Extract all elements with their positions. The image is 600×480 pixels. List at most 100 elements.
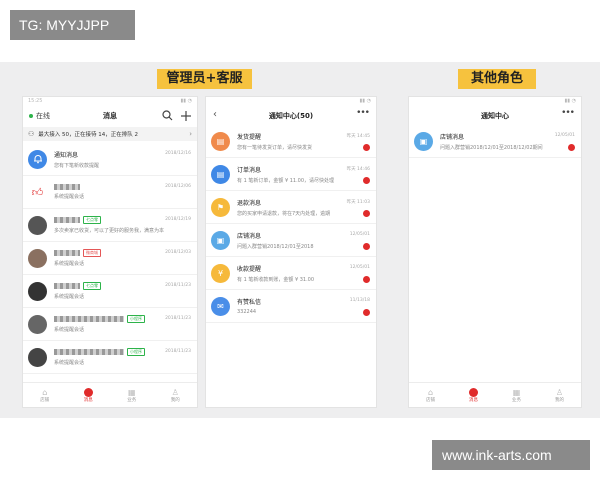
item-time: 2018/11/23 bbox=[165, 283, 191, 288]
top-bar: 通知中心 ••• bbox=[409, 107, 581, 125]
notification-type-icon: ✉ bbox=[211, 296, 230, 316]
grid-icon: ▦ bbox=[127, 387, 136, 397]
status-icons: ▮▮ ◔ bbox=[180, 98, 192, 104]
item-time: 昨天 11:03 bbox=[346, 200, 370, 205]
item-sub: 系统提醒会话 bbox=[54, 327, 85, 333]
source-badge: 小程序 bbox=[127, 315, 145, 323]
message-icon bbox=[83, 387, 93, 397]
notification-item[interactable]: ▣ 店铺消息 问题入群营销2018/12/01至2018/12/02期间 12/05/… bbox=[409, 125, 581, 158]
item-time: 11/13/18 bbox=[349, 298, 370, 303]
item-time: 2018/12/06 bbox=[165, 184, 191, 189]
grid-icon: ▦ bbox=[512, 387, 521, 397]
item-sub: 问题入群营销2018/12/01至2018 bbox=[237, 243, 314, 250]
unread-dot-icon bbox=[363, 177, 370, 184]
source-badge: 微商城 bbox=[83, 249, 101, 257]
item-time: 12/05/01 bbox=[554, 133, 575, 138]
tab-business[interactable]: ▦ 业务 bbox=[495, 383, 538, 407]
list-item[interactable]: 七点零多次卖家已收货，可以了更好的服务我，满意为本 2018/12/19 bbox=[23, 209, 197, 242]
list-item[interactable]: 微商城 系统提醒会话 2018/12/03 bbox=[23, 242, 197, 275]
queue-banner-text: 最大接入 50，正在接待 14，正在排队 2 bbox=[38, 132, 139, 138]
add-icon[interactable] bbox=[181, 110, 191, 124]
top-actions bbox=[162, 110, 191, 124]
phone-admin-messages: 15:25 ▮▮ ◔ 在线 消息 ⚇ 最大接入 50，正在接待 14，正在排队 2… bbox=[22, 96, 198, 408]
bottom-tab-bar: ⌂ 店铺 消息 ▦ 业务 ♙ 我的 bbox=[23, 382, 197, 407]
item-sub: 系统提醒会话 bbox=[54, 360, 85, 366]
chevron-right-icon: › bbox=[189, 130, 192, 138]
list-item[interactable]: 小程序 系统提醒会话 2018/11/23 bbox=[23, 308, 197, 341]
user-icon: ♙ bbox=[171, 387, 179, 397]
tab-messages[interactable]: 消息 bbox=[67, 383, 111, 407]
notification-item[interactable]: ¥ 收款提醒有 1 笔新收款到账，金额 ¥ 31.00 12/05/01 bbox=[206, 257, 376, 290]
tab-label: 我的 bbox=[555, 397, 564, 403]
notification-item[interactable]: ▤ 订单消息有 1 笔新订单，金额 ¥ 11.00，请尽快处理 昨天 14:46 bbox=[206, 158, 376, 191]
status-bar: ▮▮ ◔ bbox=[206, 97, 376, 107]
notification-type-icon: ¥ bbox=[211, 263, 230, 283]
status-icons: ▮▮ ◔ bbox=[359, 98, 371, 104]
home-icon: ⌂ bbox=[427, 387, 434, 397]
phone-notification-center: ▮▮ ◔ ‹ 通知中心(50) ••• ▤ 发货提醒 您有一笔待发货订单，请尽快发货… bbox=[205, 96, 377, 408]
avatar bbox=[28, 347, 47, 367]
list-item[interactable]: 通知消息 您有下笔新收款提醒 2018/12/16 bbox=[23, 143, 197, 176]
page-title: 通知中心 bbox=[481, 112, 509, 120]
more-icon[interactable]: ••• bbox=[561, 108, 575, 118]
bottom-tab-bar: ⌂ 店铺 消息 ▦ 业务 ♙ 我的 bbox=[409, 382, 581, 407]
tab-label: 我的 bbox=[170, 397, 180, 403]
item-sub: 有 1 笔新订单，金额 ¥ 11.00，请尽快处理 bbox=[237, 177, 335, 184]
item-sub: 您有下笔新收款提醒 bbox=[54, 162, 100, 169]
source-badge: 小程序 bbox=[127, 348, 145, 356]
list-item[interactable]: 👍︎ 系统提醒会话 2018/12/06 bbox=[23, 176, 197, 209]
notification-type-icon: ▣ bbox=[414, 131, 433, 151]
tab-label: 业务 bbox=[127, 397, 137, 403]
avatar bbox=[28, 281, 47, 301]
item-sub: 332244 bbox=[237, 309, 257, 315]
list-item[interactable]: 小程序 系统提醒会话 2018/11/23 bbox=[23, 341, 197, 374]
item-time: 昨天 14:46 bbox=[346, 167, 370, 172]
item-time: 12/05/01 bbox=[349, 265, 370, 270]
tab-business[interactable]: ▦ 业务 bbox=[110, 383, 154, 407]
notification-type-icon: ▤ bbox=[211, 131, 230, 151]
notification-item[interactable]: ▤ 发货提醒 您有一笔待发货订单，请尽快发货 昨天 14:45 bbox=[206, 125, 376, 158]
queue-banner[interactable]: ⚇ 最大接入 50，正在接待 14，正在排队 2 › bbox=[23, 127, 197, 141]
tab-messages[interactable]: 消息 bbox=[452, 383, 495, 407]
tab-label: 店铺 bbox=[40, 397, 50, 403]
search-icon[interactable] bbox=[162, 110, 173, 124]
top-bar: ‹ 通知中心(50) ••• bbox=[206, 107, 376, 125]
tab-label: 消息 bbox=[83, 397, 93, 403]
unread-dot-icon bbox=[568, 144, 575, 151]
tab-me[interactable]: ♙ 我的 bbox=[154, 383, 198, 407]
item-sub: 多次卖家已收货，可以了更好的服务我，满意为本 bbox=[54, 228, 165, 234]
unread-dot-icon bbox=[363, 276, 370, 283]
item-sub: 系统提醒会话 bbox=[54, 261, 85, 267]
unread-dot-icon bbox=[363, 309, 370, 316]
message-icon bbox=[469, 387, 478, 397]
item-time: 2018/12/16 bbox=[165, 151, 191, 156]
item-time: 2018/12/19 bbox=[165, 217, 191, 222]
notification-item[interactable]: ✉ 有赞私信 332244 11/13/18 bbox=[206, 290, 376, 323]
notification-item[interactable]: ⚑ 退款消息 您的买家申请退款，将在7天内处理，逾期 昨天 11:03 bbox=[206, 191, 376, 224]
notification-item[interactable]: ▣ 店铺消息 问题入群营销2018/12/01至2018 12/05/01 bbox=[206, 224, 376, 257]
avatar bbox=[28, 215, 47, 235]
tab-me[interactable]: ♙ 我的 bbox=[538, 383, 581, 407]
more-icon[interactable]: ••• bbox=[356, 108, 370, 118]
phone-other-role: ▮▮ ◔ 通知中心 ••• ▣ 店铺消息 问题入群营销2018/12/01至2018… bbox=[408, 96, 582, 408]
list-item[interactable]: 七点零系统提醒会话 2018/11/23 bbox=[23, 275, 197, 308]
watermark-top: TG: MYYJJPP bbox=[10, 10, 135, 40]
item-time: 12/05/01 bbox=[349, 232, 370, 237]
tab-store[interactable]: ⌂ 店铺 bbox=[23, 383, 67, 407]
notification-list: ▣ 店铺消息 问题入群营销2018/12/01至2018/12/02期间 12/05/… bbox=[409, 125, 581, 158]
thumbs-up-icon: 👍︎ bbox=[28, 182, 47, 202]
notification-type-icon: ▤ bbox=[211, 164, 230, 184]
item-sub: 您的买家申请退款，将在7天内处理，逾期 bbox=[237, 210, 331, 217]
tab-store[interactable]: ⌂ 店铺 bbox=[409, 383, 452, 407]
source-badge: 七点零 bbox=[83, 282, 101, 290]
stage: TG: MYYJJPP www.ink-arts.com 管理员+客服 其他角色… bbox=[0, 0, 600, 480]
unread-dot-icon bbox=[363, 210, 370, 217]
source-badge: 七点零 bbox=[83, 216, 101, 224]
item-sub: 系统提醒会话 bbox=[54, 294, 85, 300]
tab-label: 业务 bbox=[512, 397, 521, 403]
section-title-other: 其他角色 bbox=[458, 69, 536, 89]
tab-label: 店铺 bbox=[426, 397, 435, 403]
notification-type-icon: ⚑ bbox=[211, 197, 230, 217]
user-icon: ♙ bbox=[555, 387, 564, 397]
notification-list: ▤ 发货提醒 您有一笔待发货订单，请尽快发货 昨天 14:45 ▤ 订单消息有 1 笔新订… bbox=[206, 125, 376, 323]
